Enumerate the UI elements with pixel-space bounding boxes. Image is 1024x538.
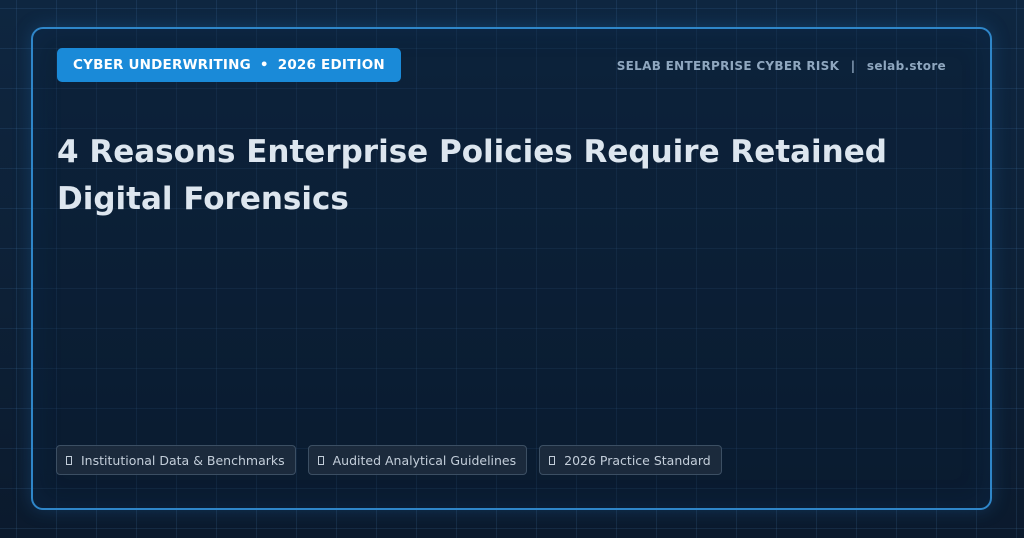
brand-name: SELAB ENTERPRISE CYBER RISK [616, 59, 840, 73]
brand-site: selab.store [866, 59, 946, 73]
tag-label: 2026 Practice Standard [564, 452, 711, 468]
brand-divider: | [850, 59, 856, 73]
document-icon [317, 455, 324, 465]
content-card: CYBER UNDERWRITING • 2026 EDITION SELAB … [31, 27, 992, 510]
tag-label: Institutional Data & Benchmarks [81, 452, 285, 468]
tag-label: Audited Analytical Guidelines [332, 452, 517, 468]
document-icon [549, 455, 556, 465]
page-title: 4 Reasons Enterprise Policies Require Re… [57, 134, 887, 217]
tag-audited-guidelines: Audited Analytical Guidelines [307, 445, 528, 475]
tag-list: Institutional Data & Benchmarks Audited … [56, 445, 722, 475]
category-label: CYBER UNDERWRITING [73, 57, 251, 73]
category-badge: CYBER UNDERWRITING • 2026 EDITION [57, 48, 401, 82]
document-icon [66, 455, 72, 465]
page: CYBER UNDERWRITING • 2026 EDITION SELAB … [0, 0, 1024, 538]
badge-separator: • [259, 57, 269, 73]
edition-label: 2026 EDITION [277, 57, 385, 73]
tag-institutional-data: Institutional Data & Benchmarks [56, 445, 296, 475]
brand-line: SELAB ENTERPRISE CYBER RISK | selab.stor… [617, 59, 946, 73]
tag-practice-standard: 2026 Practice Standard [539, 445, 722, 475]
